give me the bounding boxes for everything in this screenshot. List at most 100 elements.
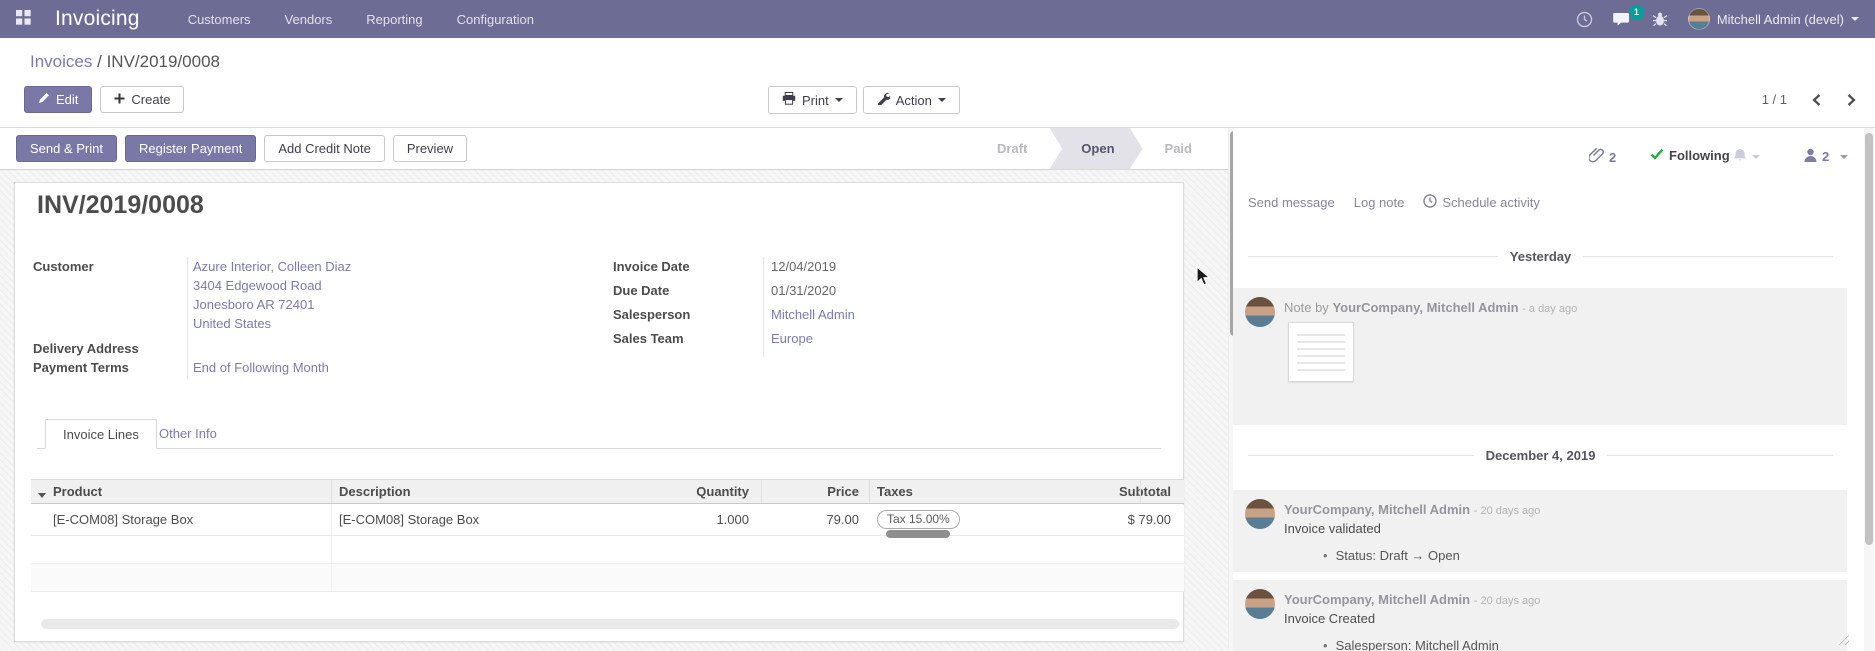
send-message-button[interactable]: Send message [1248,195,1335,210]
chevron-down-icon [1840,155,1848,159]
col-header-description[interactable]: Description [339,480,411,504]
salesperson-value-link[interactable]: Mitchell Admin [771,307,855,322]
preview-button[interactable]: Preview [393,135,467,162]
activities-clock-icon[interactable] [1576,11,1593,28]
message-header: Note by YourCompany, Mitchell Admin - a … [1284,300,1577,315]
col-header-price[interactable]: Price [769,480,859,504]
message-body: Invoice validated [1284,521,1381,536]
menu-reporting[interactable]: Reporting [366,12,422,27]
activity-bell-button[interactable] [1733,148,1760,166]
customer-city[interactable]: Jonesboro AR 72401 [193,297,314,312]
attachments-count: 2 [1609,150,1616,165]
mouse-cursor [1196,266,1211,290]
paperclip-icon [1589,148,1604,167]
schedule-activity-button[interactable]: Schedule activity [1423,194,1540,211]
date-divider-label: December 4, 2019 [1486,448,1596,463]
user-name: Mitchell Admin (devel) [1717,12,1844,27]
chatter-message-note: Note by YourCompany, Mitchell Admin - a … [1233,288,1847,425]
apps-menu-button[interactable] [16,10,31,28]
following-button[interactable]: Following [1650,148,1730,163]
message-timestamp: - 20 days ago [1474,595,1541,607]
invoice-number-title: INV/2019/0008 [37,191,204,220]
customer-street[interactable]: 3404 Edgewood Road [193,278,322,293]
person-icon [1804,148,1817,165]
horizontal-scrollbar-track[interactable] [41,619,1179,629]
user-menu[interactable]: Mitchell Admin (devel) [1688,8,1859,30]
record-buttons: Edit Create [24,86,184,113]
message-author[interactable]: YourCompany, Mitchell Admin [1284,502,1470,517]
menu-customers[interactable]: Customers [188,12,251,27]
message-avatar [1245,499,1275,529]
sort-caret-icon[interactable] [38,482,46,506]
debug-bug-icon[interactable] [1652,11,1668,27]
breadcrumb-current: INV/2019/0008 [107,52,220,71]
pager-next-button[interactable] [1846,93,1857,107]
message-timestamp: - 20 days ago [1474,505,1541,517]
pager-previous-button[interactable] [1811,93,1822,107]
invoice-date-label: Invoice Date [613,259,690,274]
note-attachment-thumbnail[interactable] [1288,322,1354,382]
pager: 1 / 1 [1762,92,1857,107]
status-open[interactable]: Open [1049,128,1142,170]
line-description: [E-COM08] Storage Box [339,505,479,535]
status-paid[interactable]: Paid [1143,128,1214,170]
register-payment-button[interactable]: Register Payment [125,135,256,162]
customer-label: Customer [33,259,94,274]
message-author[interactable]: YourCompany, Mitchell Admin [1284,592,1470,607]
message-body: Invoice Created [1284,611,1375,626]
breadcrumb: Invoices / INV/2019/0008 [30,52,220,72]
line-tax-pill: Tax 15.00% [877,510,960,529]
followers-button[interactable]: 2 [1804,148,1848,165]
date-divider-label: Yesterday [1510,249,1571,264]
create-button-label: Create [131,92,170,107]
date-divider: December 4, 2019 [1248,448,1833,463]
invoice-line-row[interactable]: [E-COM08] Storage Box [E-COM08] Storage … [31,505,1184,536]
pager-value: 1 / 1 [1762,92,1787,107]
tab-other-info[interactable]: Other Info [159,426,217,441]
menu-configuration[interactable]: Configuration [457,12,534,27]
date-divider: Yesterday [1248,249,1833,264]
plus-icon [114,92,125,107]
attachments-button[interactable]: 2 [1589,148,1616,167]
action-button-label: Action [896,93,932,108]
message-tracking-change: Salesperson: Mitchell Admin [1323,638,1499,651]
customer-name-link[interactable]: Azure Interior, Colleen Diaz [193,259,351,274]
col-header-taxes[interactable]: Taxes [877,480,913,504]
invoice-date-value: 12/04/2019 [771,259,836,274]
action-button[interactable]: Action [863,86,960,114]
table-scrollbar-thumb[interactable] [886,530,950,538]
menu-vendors[interactable]: Vendors [285,12,333,27]
edit-button[interactable]: Edit [24,86,92,113]
message-author[interactable]: YourCompany, Mitchell Admin [1332,300,1518,315]
tab-invoice-lines[interactable]: Invoice Lines [45,419,157,449]
chevron-down-icon [938,98,946,102]
chatter-scrollbar-thumb[interactable] [1865,133,1873,545]
log-note-button[interactable]: Log note [1354,195,1405,210]
chatter-panel: 2 Following 2 Send message Log note Sche… [1233,128,1863,651]
messages-icon[interactable]: 1 [1613,11,1632,28]
control-panel: Invoices / INV/2019/0008 Edit Create Pri… [0,38,1875,128]
add-credit-note-button[interactable]: Add Credit Note [264,135,385,162]
field-separator [763,257,764,357]
check-icon [1650,148,1664,163]
breadcrumb-invoices-link[interactable]: Invoices [30,52,92,71]
chatter-scrollbar-track[interactable] [1864,128,1874,651]
field-separator [187,257,188,379]
message-header: YourCompany, Mitchell Admin - 20 days ag… [1284,502,1540,517]
app-brand[interactable]: Invoicing [55,7,140,31]
col-header-product[interactable]: Product [53,480,102,504]
line-subtotal: $ 79.00 [971,505,1171,535]
status-draft[interactable]: Draft [975,128,1049,170]
customer-country[interactable]: United States [193,316,271,331]
send-print-button[interactable]: Send & Print [16,135,117,162]
col-header-subtotal[interactable]: Subtotal [971,480,1171,504]
notebook-tabs: Invoice Lines Other Info [37,419,1161,449]
printer-icon [782,92,796,108]
note-prefix: Note by [1284,300,1329,315]
col-header-quantity[interactable]: Quantity [551,480,749,504]
apps-grid-icon [16,10,31,28]
print-button[interactable]: Print [768,86,857,114]
create-button[interactable]: Create [100,86,184,113]
sales-team-value-link[interactable]: Europe [771,331,813,346]
payment-terms-value[interactable]: End of Following Month [193,360,329,375]
